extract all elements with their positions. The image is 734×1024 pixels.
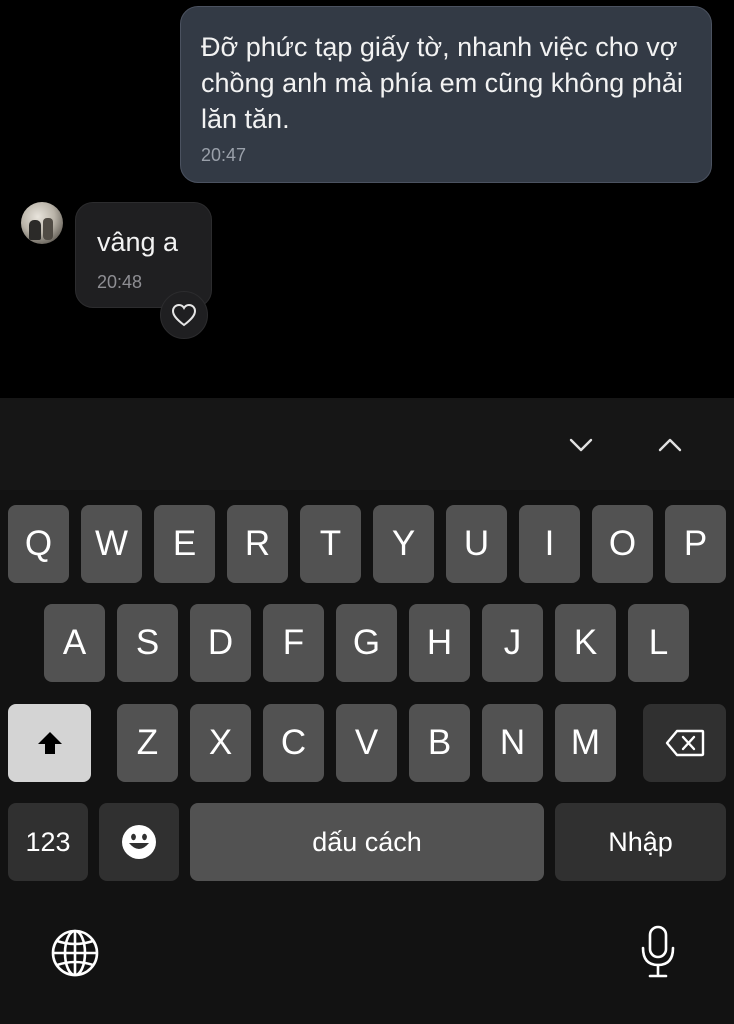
key-w[interactable]: W (81, 505, 142, 583)
key-z[interactable]: Z (117, 704, 178, 782)
backspace-key[interactable] (643, 704, 726, 782)
heart-reaction-button[interactable] (160, 291, 208, 339)
dictation-button[interactable] (636, 922, 680, 982)
previous-field-button[interactable] (566, 430, 596, 460)
return-key[interactable]: Nhập (555, 803, 726, 881)
chevron-down-icon (569, 438, 593, 452)
avatar-figure (29, 220, 41, 240)
microphone-icon (641, 925, 675, 978)
outgoing-message-time: 20:47 (201, 145, 247, 165)
key-s[interactable]: S (117, 604, 178, 682)
key-o[interactable]: O (592, 505, 653, 583)
emoji-key[interactable] (99, 803, 179, 881)
avatar-figure (43, 218, 53, 240)
globe-button[interactable] (48, 926, 102, 980)
key-y[interactable]: Y (373, 505, 434, 583)
outgoing-message-text: Đỡ phức tạp giấy tờ, nhanh việc cho vợ c… (201, 32, 683, 134)
key-u[interactable]: U (446, 505, 507, 583)
key-l[interactable]: L (628, 604, 689, 682)
key-g[interactable]: G (336, 604, 397, 682)
key-n[interactable]: N (482, 704, 543, 782)
heart-icon (171, 303, 197, 327)
globe-icon (51, 929, 99, 977)
key-i[interactable]: I (519, 505, 580, 583)
key-d[interactable]: D (190, 604, 251, 682)
outgoing-message-bubble[interactable]: Đỡ phức tạp giấy tờ, nhanh việc cho vợ c… (180, 6, 712, 183)
numbers-key[interactable]: 123 (8, 803, 88, 881)
key-j[interactable]: J (482, 604, 543, 682)
next-field-button[interactable] (655, 430, 685, 460)
incoming-message-time: 20:48 (97, 272, 143, 292)
chevron-up-icon (658, 438, 682, 452)
shift-key[interactable] (8, 704, 91, 782)
key-v[interactable]: V (336, 704, 397, 782)
key-k[interactable]: K (555, 604, 616, 682)
key-m[interactable]: M (555, 704, 616, 782)
key-b[interactable]: B (409, 704, 470, 782)
incoming-message-text: vâng a (97, 227, 179, 257)
chat-area: Đỡ phức tạp giấy tờ, nhanh việc cho vợ c… (0, 0, 734, 398)
key-e[interactable]: E (154, 505, 215, 583)
shift-arrow-icon (37, 732, 62, 754)
space-key[interactable]: dấu cách (190, 803, 544, 881)
emoji-icon (122, 825, 156, 859)
key-a[interactable]: A (44, 604, 105, 682)
key-h[interactable]: H (409, 604, 470, 682)
key-x[interactable]: X (190, 704, 251, 782)
backspace-icon (665, 729, 704, 757)
input-accessory-toolbar (0, 398, 734, 490)
avatar[interactable] (21, 202, 63, 244)
key-t[interactable]: T (300, 505, 361, 583)
key-q[interactable]: Q (8, 505, 69, 583)
key-p[interactable]: P (665, 505, 726, 583)
key-r[interactable]: R (227, 505, 288, 583)
key-c[interactable]: C (263, 704, 324, 782)
key-f[interactable]: F (263, 604, 324, 682)
